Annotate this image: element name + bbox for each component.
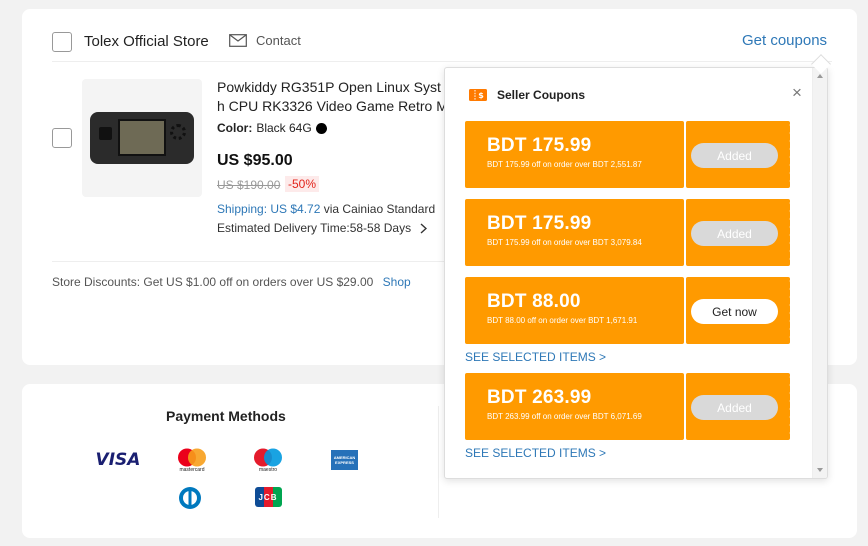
delivery-info[interactable]: Estimated Delivery Time:58-58 Days — [217, 221, 428, 235]
coupon-amount: BDT 175.99 — [487, 135, 592, 156]
coupon-added-button[interactable]: Added — [691, 143, 778, 168]
payment-methods-title: Payment Methods — [166, 408, 286, 424]
coupon-card: BDT 263.99 BDT 263.99 off on order over … — [465, 373, 793, 440]
coupon-icon: $ — [469, 89, 487, 101]
coupon-amount: BDT 263.99 — [487, 387, 592, 408]
coupon-info: BDT 88.00 BDT 88.00 off on order over BD… — [465, 277, 684, 344]
store-discount-text: Store Discounts: Get US $1.00 off on ord… — [52, 275, 374, 289]
color-swatch — [315, 122, 327, 134]
divider — [52, 61, 832, 62]
mastercard-icon: mastercard — [176, 447, 208, 473]
product-title[interactable]: Powkiddy RG351P Open Linux Syst h CPU RK… — [217, 78, 457, 116]
amex-label: AMERICAN EXPRESS — [333, 455, 356, 465]
coupon-description: BDT 175.99 off on order over BDT 3,079.8… — [487, 238, 642, 247]
shipping-method: via Cainiao Standard — [323, 202, 436, 216]
store-discount: Store Discounts: Get US $1.00 off on ord… — [52, 275, 411, 289]
get-coupons-link[interactable]: Get coupons — [742, 32, 827, 49]
svg-text:$: $ — [478, 91, 484, 100]
shipping-info: Shipping: US $4.72 via Cainiao Standard — [217, 202, 435, 216]
coupon-card: BDT 88.00 BDT 88.00 off on order over BD… — [465, 277, 793, 344]
product-image[interactable] — [82, 79, 202, 197]
coupon-added-button[interactable]: Added — [691, 395, 778, 420]
mastercard-label: mastercard — [179, 466, 205, 473]
coupon-description: BDT 175.99 off on order over BDT 2,551.8… — [487, 160, 642, 169]
color-label: Color: — [217, 121, 253, 135]
store-name[interactable]: Tolex Official Store — [84, 33, 209, 50]
chevron-right-icon — [420, 222, 428, 234]
contact-label: Contact — [256, 33, 301, 48]
close-icon[interactable]: × — [792, 83, 802, 103]
coupon-description: BDT 263.99 off on order over BDT 6,071.6… — [487, 412, 642, 421]
maestro-icon: maestro — [252, 447, 284, 473]
discount-badge: -50% — [285, 176, 320, 192]
shipping-price[interactable]: Shipping: US $4.72 — [217, 202, 320, 216]
product-color: Color: Black 64G — [217, 121, 327, 135]
jcb-label: JCB — [258, 492, 278, 502]
visa-icon: VISA — [94, 450, 142, 470]
popover-header: $ Seller Coupons — [469, 88, 585, 102]
coupon-info: BDT 175.99 BDT 175.99 off on order over … — [465, 199, 684, 266]
popover-title: Seller Coupons — [497, 88, 586, 102]
scroll-up-icon[interactable] — [817, 74, 823, 78]
store-select-checkbox[interactable] — [52, 32, 72, 52]
coupon-card: BDT 175.99 BDT 175.99 off on order over … — [465, 121, 793, 188]
product-select-checkbox[interactable] — [52, 128, 72, 148]
see-selected-items-link[interactable]: SEE SELECTED ITEMS > — [465, 446, 606, 460]
shop-link[interactable]: Shop — [383, 275, 411, 289]
coupon-action: Added — [686, 199, 793, 266]
color-value: Black 64G — [256, 121, 312, 135]
handheld-console-image — [90, 112, 194, 164]
product-price: US $95.00 — [217, 152, 293, 169]
scroll-down-icon[interactable] — [817, 468, 823, 472]
coupon-info: BDT 175.99 BDT 175.99 off on order over … — [465, 121, 684, 188]
coupon-action: Added — [686, 121, 793, 188]
product-title-line2: h CPU RK3326 Video Game Retro M — [217, 98, 448, 114]
delivery-text: Estimated Delivery Time:58-58 Days — [217, 221, 412, 235]
coupon-description: BDT 88.00 off on order over BDT 1,671.91 — [487, 316, 638, 325]
seller-coupons-popover: $ Seller Coupons × BDT 175.99 BDT 175.99… — [444, 67, 828, 479]
coupon-added-button[interactable]: Added — [691, 221, 778, 246]
visa-label: VISA — [95, 450, 141, 470]
divider — [52, 261, 452, 262]
divider — [438, 406, 439, 518]
contact-link[interactable]: Contact — [229, 33, 301, 48]
maestro-label: maestro — [258, 466, 278, 473]
coupon-action: Get now — [686, 277, 793, 344]
coupon-amount: BDT 175.99 — [487, 213, 592, 234]
coupon-action: Added — [686, 373, 793, 440]
coupon-info: BDT 263.99 BDT 263.99 off on order over … — [465, 373, 684, 440]
popover-scrollbar[interactable] — [812, 68, 827, 478]
coupon-amount: BDT 88.00 — [487, 291, 581, 312]
diners-club-icon — [177, 485, 203, 511]
product-title-line1: Powkiddy RG351P Open Linux Syst — [217, 79, 441, 95]
original-price: US $190.00 — [217, 178, 281, 192]
coupon-card: BDT 175.99 BDT 175.99 off on order over … — [465, 199, 793, 266]
see-selected-items-link[interactable]: SEE SELECTED ITEMS > — [465, 350, 606, 364]
jcb-icon: JCB — [254, 485, 282, 509]
mail-icon — [229, 34, 247, 47]
get-now-button[interactable]: Get now — [691, 299, 778, 324]
amex-icon: AMERICAN EXPRESS — [331, 450, 358, 470]
